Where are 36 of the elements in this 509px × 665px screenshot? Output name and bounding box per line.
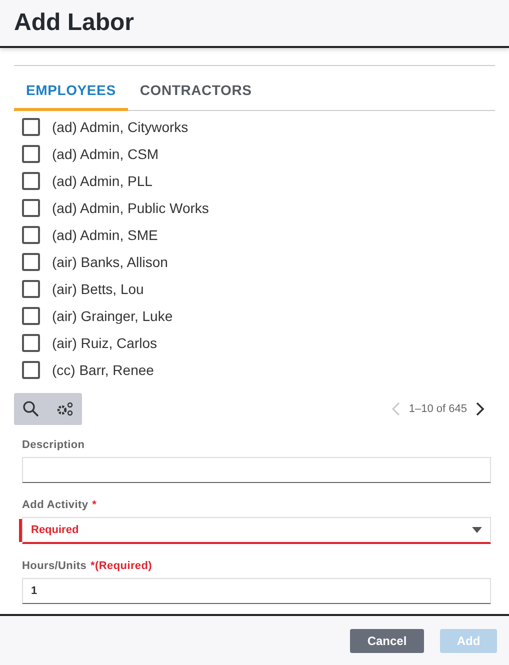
checkbox[interactable] [22,118,40,136]
checkbox[interactable] [22,252,40,271]
gears-icon [56,401,74,418]
checkbox[interactable] [22,306,40,325]
cancel-button[interactable]: Cancel [350,628,424,653]
employee-name: (ad) Admin, CSM [52,146,159,162]
employee-name: (ad) Admin, Cityworks [52,118,188,135]
field-label: Description [22,439,85,452]
search-icon [22,400,40,418]
text-field[interactable]: 1 [22,578,491,604]
checkbox[interactable] [22,360,40,379]
checkbox[interactable] [22,144,40,163]
checkbox[interactable] [22,198,40,217]
checkbox[interactable] [22,172,40,190]
page-range: 1–10 of 645 [408,403,467,416]
checkbox[interactable] [22,226,40,244]
employee-name: (ad) Admin, SME [52,226,158,243]
employee-name: (air) Banks, Allison [52,254,168,270]
activity-dropdown[interactable]: Required [22,517,491,544]
tab[interactable]: CONTRACTORS [128,71,264,112]
caret-icon [472,527,482,534]
field-label: Add Activity [22,499,88,512]
checkbox[interactable] [22,334,40,352]
employee-name: (ad) Admin, PLL [52,172,152,189]
text-field[interactable] [22,457,491,484]
checkbox[interactable] [22,280,40,298]
employee-name: (ad) Admin, Public Works [52,200,209,216]
required-mark: *(Required) [90,560,152,572]
employee-name: (air) Betts, Lou [52,280,144,297]
required-mark: * [92,499,97,512]
employee-name: (air) Ruiz, Carlos [52,334,158,351]
tab[interactable]: EMPLOYEES [14,71,128,112]
dialog-title: Add Labor [14,9,134,38]
field-label: Hours/Units [22,560,87,572]
employee-name: (cc) Barr, Renee [52,362,154,378]
employee-name: (air) Grainger, Luke [52,308,173,324]
